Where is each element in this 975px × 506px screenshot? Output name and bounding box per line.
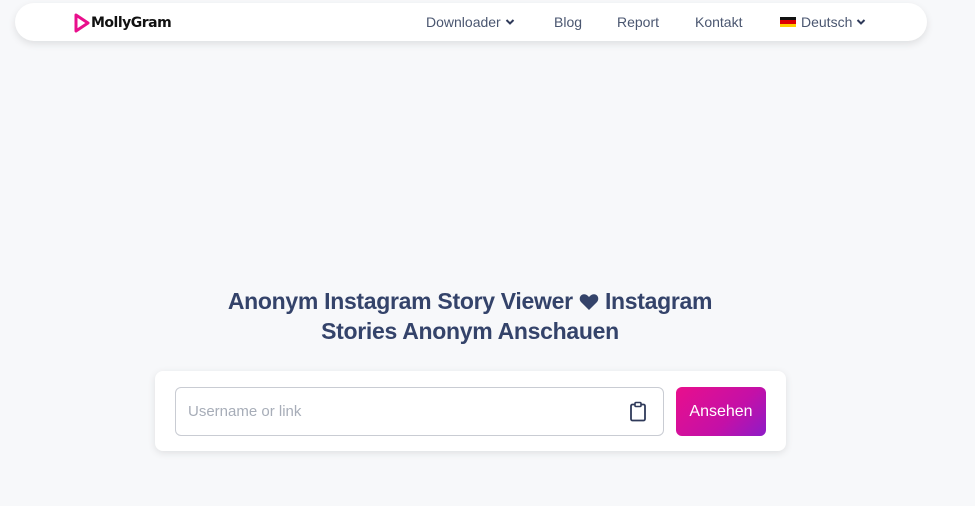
chevron-down-icon bbox=[857, 19, 866, 25]
nav-item-label: Downloader bbox=[426, 14, 501, 30]
chevron-down-icon bbox=[505, 19, 514, 25]
nav-item-blog[interactable]: Blog bbox=[554, 14, 582, 30]
username-input[interactable] bbox=[176, 388, 616, 435]
language-label: Deutsch bbox=[801, 14, 853, 30]
search-field-wrapper bbox=[175, 387, 664, 436]
language-selector[interactable]: Deutsch bbox=[780, 14, 866, 30]
clipboard-icon[interactable] bbox=[629, 401, 647, 422]
nav-item-label: Report bbox=[617, 14, 660, 30]
page-title: Anonym Instagram Story Viewer Instagram … bbox=[190, 286, 750, 346]
search-card: Ansehen bbox=[155, 371, 786, 451]
main-nav: Downloader Blog Report Kontakt Deutsch bbox=[15, 3, 927, 41]
top-navbar: MollyGram Downloader Blog Report Kontakt… bbox=[15, 3, 927, 41]
de-flag-icon bbox=[780, 16, 796, 28]
nav-item-downloader[interactable]: Downloader bbox=[426, 14, 515, 30]
view-button[interactable]: Ansehen bbox=[676, 387, 766, 436]
nav-item-label: Kontakt bbox=[695, 14, 743, 30]
heart-icon bbox=[579, 294, 599, 310]
nav-item-kontakt[interactable]: Kontakt bbox=[695, 14, 742, 30]
title-line-1: Anonym Instagram Story Viewer bbox=[227, 288, 573, 314]
title-line-1b: Instagram bbox=[604, 288, 713, 314]
title-line-2: Stories Anonym Anschauen bbox=[321, 318, 619, 344]
nav-item-label: Blog bbox=[554, 14, 583, 30]
nav-item-report[interactable]: Report bbox=[617, 14, 659, 30]
